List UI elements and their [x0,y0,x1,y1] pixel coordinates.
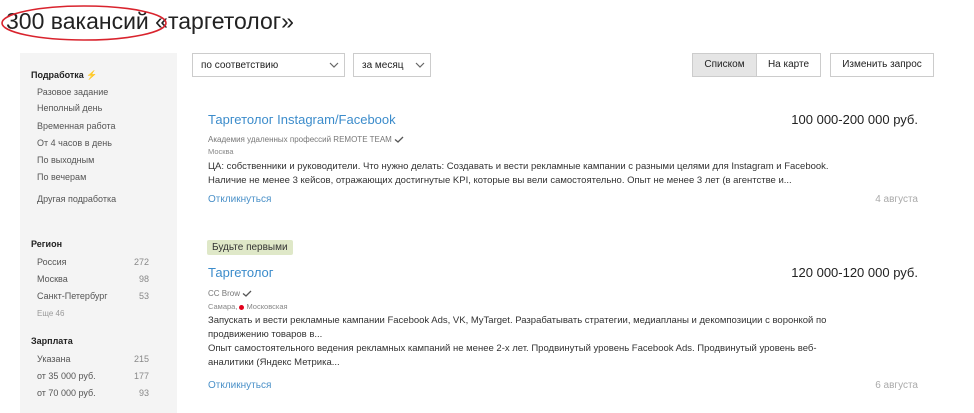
vacancy-card: Таргетолог Instagram/Facebook 100 000-20… [192,96,934,226]
filter-count: 98 [138,274,149,284]
change-query-button[interactable]: Изменить запрос [830,53,934,77]
filter-count: 177 [133,371,149,381]
vacancy-company[interactable]: Академия удаленных профессий REMOTE TEAM [208,135,404,144]
apply-link[interactable]: Откликнуться [208,194,271,205]
be-first-badge: Будьте первыми [207,240,293,255]
view-list-button[interactable]: Списком [692,53,757,77]
vacancy-salary: 100 000-200 000 руб. [791,112,918,127]
vacancy-title-link[interactable]: Таргетолог [208,265,274,280]
filter-item[interactable]: Москва [37,274,68,284]
period-select-value: за месяц [362,60,404,71]
verified-check-icon [242,290,252,298]
filter-item[interactable]: От 4 часов в день [37,138,112,148]
metro-icon [239,304,245,310]
period-select[interactable]: за месяц [353,53,431,77]
vacancy-salary: 120 000-120 000 руб. [791,265,918,280]
vacancy-description: ЦА: собственники и руководители. Что нуж… [208,161,829,186]
show-more-link[interactable]: Еще 46 [37,309,64,318]
page-title: 300 вакансий «таргетолог» [6,8,294,34]
filter-item[interactable]: Другая подработка [37,194,116,204]
filters-sidebar: Подработка ⚡ Разовое задание Неполный де… [20,53,177,413]
filter-item[interactable]: По вечерам [37,172,86,182]
filter-item[interactable]: Разовое задание [37,87,108,97]
filter-count: 53 [138,291,149,301]
filter-item[interactable]: По выходным [37,155,94,165]
view-map-button[interactable]: На карте [756,53,821,77]
filter-item[interactable]: Указана [37,354,70,364]
lightning-icon: ⚡ [86,70,98,80]
filter-item[interactable]: Россия [37,257,67,267]
filter-count: 215 [133,354,149,364]
vacancy-description: Запускать и вести рекламные кампании Fac… [208,315,827,368]
filter-item[interactable]: Неполный день [37,103,102,113]
filter-heading-part-time: Подработка ⚡ [31,70,98,80]
sort-select[interactable]: по соответствию [192,53,345,77]
vacancy-date: 6 августа [875,380,918,391]
chevron-down-icon [415,62,425,68]
vacancy-city: Москва [208,147,234,156]
vacancy-location: Самара, Московская [208,302,288,311]
filter-item[interactable]: от 35 000 руб. [37,371,96,381]
vacancy-card: Будьте первыми Таргетолог 120 000-120 00… [192,228,934,408]
chevron-down-icon [329,62,339,68]
vacancy-date: 4 августа [875,194,918,205]
filter-item[interactable]: Санкт-Петербург [37,291,108,301]
sort-select-value: по соответствию [201,60,279,71]
filter-heading-salary: Зарплата [31,336,73,346]
vacancy-title-link[interactable]: Таргетолог Instagram/Facebook [208,112,396,127]
filter-count: 272 [133,257,149,267]
apply-link[interactable]: Откликнуться [208,380,271,391]
verified-check-icon [394,136,404,144]
filter-heading-region: Регион [31,239,62,249]
vacancy-company[interactable]: CC Brow [208,289,252,298]
filter-item[interactable]: от 70 000 руб. [37,388,96,398]
filter-count: 93 [138,388,149,398]
filter-item[interactable]: Временная работа [37,121,116,131]
